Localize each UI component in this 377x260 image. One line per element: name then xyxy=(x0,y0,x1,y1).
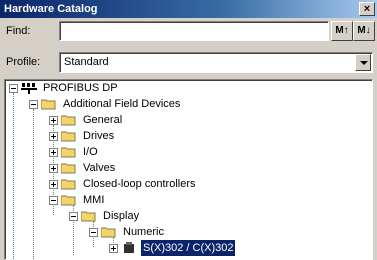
tree-item-label: PROFIBUS DP xyxy=(43,82,118,94)
tree-item-label: Display xyxy=(103,210,140,222)
collapse-icon[interactable] xyxy=(49,196,58,205)
folder-open-icon xyxy=(101,227,116,238)
collapse-icon[interactable] xyxy=(9,84,18,93)
expand-icon[interactable] xyxy=(49,180,58,189)
tree-item-label: General xyxy=(83,114,123,126)
folder-open-icon xyxy=(41,99,56,110)
folder-open-icon xyxy=(61,195,76,206)
tree-item-label: I/O xyxy=(83,146,98,158)
collapse-icon[interactable] xyxy=(89,228,98,237)
tree-item-label: Additional Field Devices xyxy=(63,98,181,110)
folder-icon xyxy=(61,115,76,126)
expand-icon[interactable] xyxy=(49,132,58,141)
search-up-button[interactable]: M↑ xyxy=(331,21,353,41)
catalog-tree[interactable]: PROFIBUS DP Additional Field Devices Gen… xyxy=(4,79,373,260)
tree-item-label: Valves xyxy=(83,162,116,174)
folder-icon xyxy=(61,179,76,190)
find-input[interactable] xyxy=(59,21,329,41)
tree-item-label: MMI xyxy=(83,194,105,206)
window-title: Hardware Catalog xyxy=(4,3,98,15)
close-button[interactable]: × xyxy=(359,2,375,16)
profile-value: Standard xyxy=(64,56,109,68)
folder-open-icon xyxy=(81,211,96,222)
tree-item-label: Numeric xyxy=(123,226,164,238)
collapse-icon[interactable] xyxy=(29,100,38,109)
chevron-down-icon[interactable] xyxy=(355,54,371,71)
profile-label: Profile: xyxy=(6,56,41,68)
folder-icon xyxy=(61,131,76,142)
binoculars-down-icon: M↓ xyxy=(357,25,371,36)
binoculars-up-icon: M↑ xyxy=(335,25,349,36)
folder-icon xyxy=(61,163,76,174)
folder-icon xyxy=(61,147,76,158)
tree-item-label: Drives xyxy=(83,130,115,142)
expand-icon[interactable] xyxy=(49,116,58,125)
search-down-button[interactable]: M↓ xyxy=(353,21,375,41)
tree-item-label: S(X)302 / C(X)302 xyxy=(139,239,237,257)
collapse-icon[interactable] xyxy=(69,212,78,221)
expand-icon[interactable] xyxy=(49,148,58,157)
network-icon xyxy=(21,83,37,94)
title-bar: Hardware Catalog × xyxy=(0,0,377,18)
profile-select[interactable]: Standard xyxy=(59,52,373,73)
expand-icon[interactable] xyxy=(49,164,58,173)
tree-item-label: Closed-loop controllers xyxy=(83,178,196,190)
expand-icon[interactable] xyxy=(109,244,118,253)
device-icon xyxy=(124,242,134,253)
find-label: Find: xyxy=(6,25,31,37)
